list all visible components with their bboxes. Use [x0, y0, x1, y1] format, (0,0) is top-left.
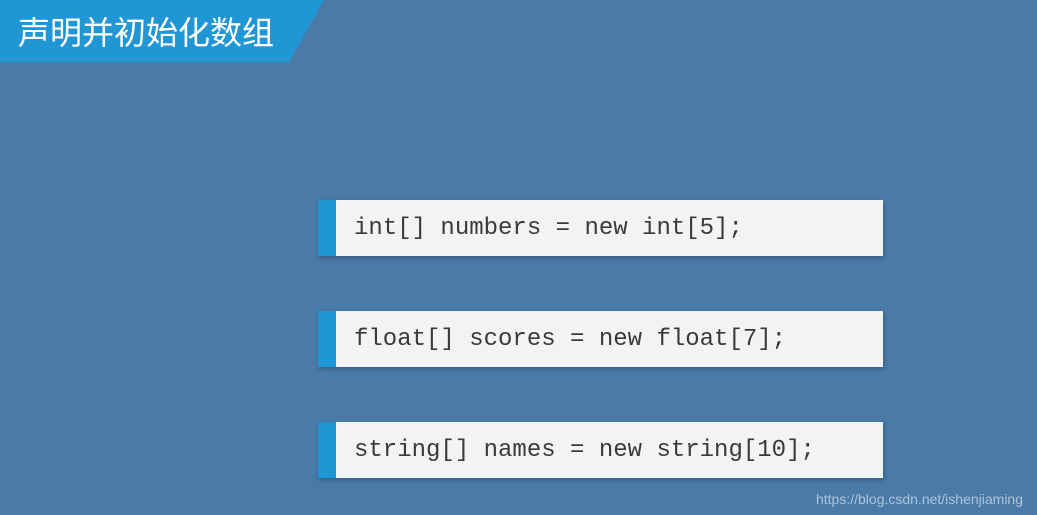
code-block: int[] numbers = new int[5]; — [318, 200, 883, 256]
code-accent-bar — [318, 311, 336, 367]
code-text: int[] numbers = new int[5]; — [336, 200, 883, 256]
code-text: float[] scores = new float[7]; — [336, 311, 883, 367]
watermark-text: https://blog.csdn.net/ishenjiaming — [816, 491, 1023, 507]
code-examples-container: int[] numbers = new int[5]; float[] scor… — [318, 200, 883, 478]
slide-title-text: 声明并初始化数组 — [18, 15, 274, 51]
code-text: string[] names = new string[10]; — [336, 422, 883, 478]
code-block: float[] scores = new float[7]; — [318, 311, 883, 367]
code-block: string[] names = new string[10]; — [318, 422, 883, 478]
code-accent-bar — [318, 422, 336, 478]
code-accent-bar — [318, 200, 336, 256]
slide-title: 声明并初始化数组 — [0, 0, 324, 62]
